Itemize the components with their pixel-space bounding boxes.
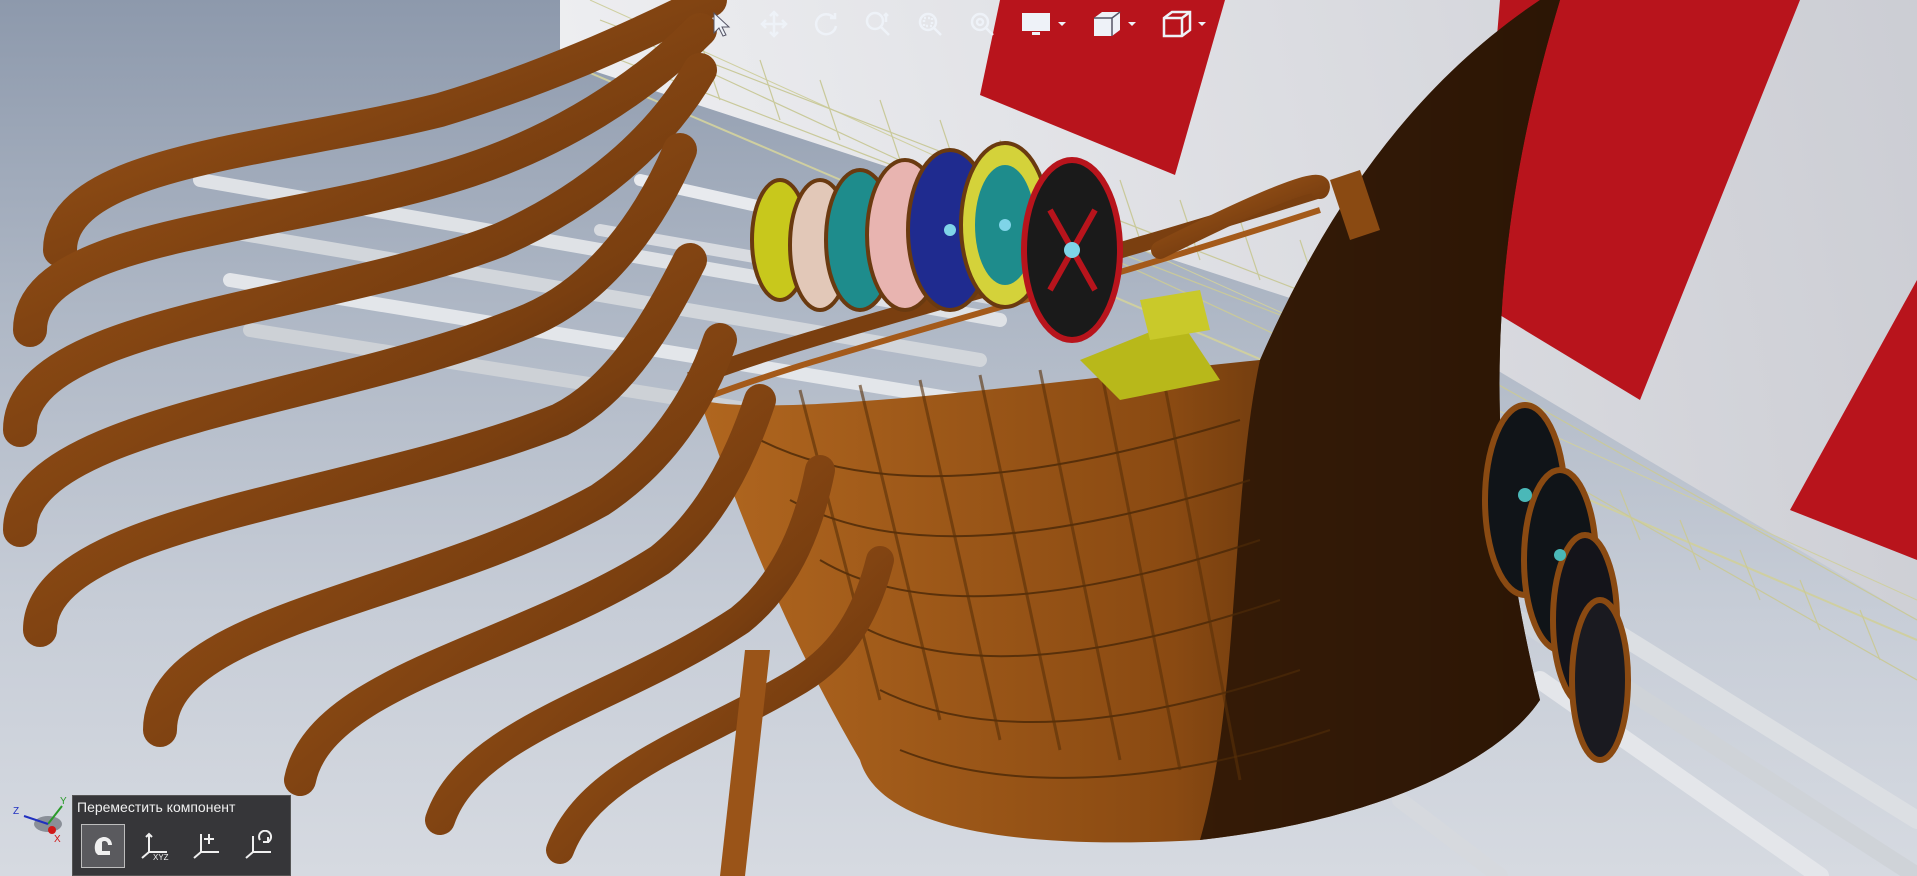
xyz-axes-icon: XYZ [141, 832, 169, 862]
zoom-tool[interactable] [856, 4, 900, 44]
section-view-icon [1094, 11, 1136, 36]
move-arrows-icon [760, 10, 788, 38]
move-component-panel: Переместить компонент XYZ [72, 795, 291, 876]
hand-drag-icon [94, 836, 112, 855]
free-drag-button[interactable] [81, 824, 125, 868]
triad-y-label: Y [60, 796, 67, 807]
triad-z-label: Z [13, 806, 19, 817]
zoom-fit-icon [970, 12, 994, 36]
monitor-icon [1022, 13, 1066, 35]
display-mode-dropdown[interactable] [1012, 4, 1074, 44]
coordinate-triad: Y Z X [10, 794, 70, 845]
move-xyz-button[interactable]: XYZ [133, 824, 177, 868]
axes-rotate-icon [245, 830, 273, 859]
zoom-window-tool[interactable] [908, 4, 952, 44]
cube-icon [1162, 10, 1206, 38]
move-panel-title: Переместить компонент [77, 799, 236, 815]
rotate-icon [814, 13, 838, 36]
select-tool[interactable] [700, 4, 744, 44]
rotate-tool[interactable] [804, 4, 848, 44]
cursor-icon [713, 11, 731, 37]
xyz-label: XYZ [153, 853, 169, 862]
model-viewport[interactable]: Y Z X Переместить компонент XYZ [0, 0, 1917, 876]
section-view-dropdown[interactable] [1082, 4, 1144, 44]
move-delta-button[interactable] [185, 824, 229, 868]
triad-x-label: X [54, 834, 61, 844]
axes-delta-icon [193, 834, 219, 859]
zoom-fit-tool[interactable] [960, 4, 1004, 44]
view-toolbar [700, 4, 1214, 44]
zoom-window-icon [918, 12, 942, 36]
view-orientation-dropdown[interactable] [1152, 4, 1214, 44]
pan-tool[interactable] [752, 4, 796, 44]
viking-ship-model[interactable] [0, 0, 1917, 876]
rotate-component-button[interactable] [237, 824, 281, 868]
zoom-icon [865, 11, 890, 36]
